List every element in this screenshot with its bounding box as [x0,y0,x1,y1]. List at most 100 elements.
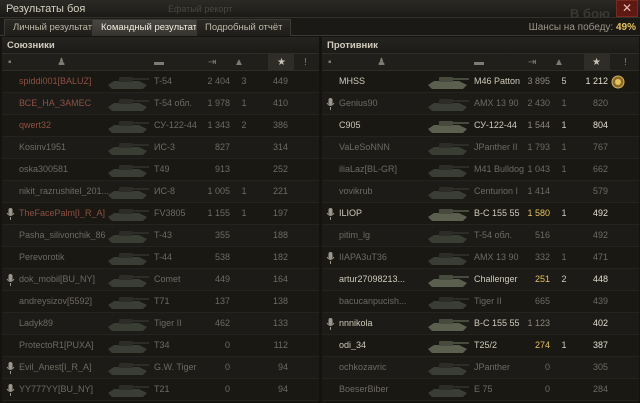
player-name[interactable]: BoeserBiber [339,384,437,394]
close-button[interactable]: ✕ [616,0,638,17]
player-name[interactable]: odi_34 [339,340,437,350]
player-name[interactable]: vovikrub [339,186,437,196]
player-row[interactable]: Perevorotik T-44 538 182 [2,247,319,269]
player-name[interactable]: ProtectoR1[PUXA] [19,340,117,350]
tab-personal-result[interactable]: Личный результат [4,19,102,36]
player-name[interactable]: oska300581 [19,164,117,174]
kills-value: 1 [561,142,567,152]
voice-column-icon[interactable]: ▪ [8,57,12,68]
player-row[interactable]: C905 СУ-122-44 1 544 1 804 [322,115,639,137]
xp-value: 133 [272,318,288,328]
kills-value: 2 [241,120,247,130]
player-row[interactable]: YY777YY[BU_NY] T21 0 94 [2,379,319,401]
kills-value: 1 [241,208,247,218]
player-name[interactable]: TheFacePalm[I_R_A] [19,208,117,218]
tank-icon [105,226,151,245]
player-name[interactable]: Evil_Anest[I_R_A] [19,362,117,372]
tab-detailed-report[interactable]: Подробный отчёт [196,19,292,36]
player-name[interactable]: Genius90 [339,98,437,108]
player-row[interactable]: pitim_lg T-54 обл. 516 492 [322,225,639,247]
damage-column-icon[interactable]: ⇥ [208,57,216,68]
player-row[interactable]: Pasha_silivonchik_86 T-43 355 188 [2,225,319,247]
xp-value: 820 [592,98,608,108]
squad-column-icon[interactable]: ! [624,57,627,68]
player-row[interactable]: Genius90 AMX 13 90 2 430 1 820 [322,93,639,115]
player-row[interactable]: dok_mobil[BU_NY] Comet 449 164 [2,269,319,291]
win-chance-value: 49% [615,22,636,33]
player-name[interactable]: ILIOP [339,208,437,218]
player-row[interactable]: bacucanpucish... Tiger II 665 439 [322,291,639,313]
player-row[interactable]: ochkozavric JPanther 0 305 [322,357,639,379]
squad-column-icon[interactable]: ! [304,57,307,68]
xp-value: 439 [592,296,608,306]
player-column-icon[interactable]: ♟ [377,57,386,68]
player-row[interactable]: VaLeSoNNN JPanther II 1 793 1 767 [322,137,639,159]
vehicle-column-icon[interactable]: ▬ [154,57,164,68]
tank-icon [425,336,471,355]
player-row[interactable]: BoeserBiber E 75 0 284 [322,379,639,401]
player-row[interactable]: Kosinv1951 ИС-3 827 314 [2,137,319,159]
tank-icon [105,380,151,399]
kills-value: 1 [561,120,567,130]
player-name[interactable]: iliaLaz[BL-GR] [339,164,437,174]
tank-icon [425,314,471,333]
player-row[interactable]: spiddi001[BALUZ] T-54 2 404 3 449 [2,71,319,93]
player-row[interactable]: iliaLaz[BL-GR] M41 Bulldog 1 043 1 662 [322,159,639,181]
player-name[interactable]: VaLeSoNNN [339,142,437,152]
player-row[interactable]: andreysizov[5592] T71 137 138 [2,291,319,313]
player-name[interactable]: IIAPA3uT36 [339,252,437,262]
voice-column-icon[interactable]: ▪ [328,57,332,68]
player-row[interactable]: Ladyk89 Tiger II 462 133 [2,313,319,335]
player-row[interactable]: oska300581 T49 913 252 [2,159,319,181]
damage-column-icon[interactable]: ⇥ [528,57,536,68]
tab-team-result[interactable]: Командный результат [92,19,207,36]
player-name[interactable]: artur27098213... [339,274,437,284]
player-row[interactable]: nnnikola B-C 155 55 1 123 402 [322,313,639,335]
achievement-medal-icon[interactable] [610,74,626,90]
player-row[interactable]: odi_34 T25/2 274 1 387 [322,335,639,357]
player-name[interactable]: Kosinv1951 [19,142,117,152]
player-column-icon[interactable]: ♟ [57,57,66,68]
player-row[interactable]: nikit_razrushitel_201... ИС-8 1 005 1 221 [2,181,319,203]
player-name[interactable]: ВСЕ_НА_ЗАМЕС [19,98,117,108]
player-row[interactable]: ILIOP B-C 155 55 1 580 1 492 [322,203,639,225]
player-row[interactable]: ProtectoR1[PUXA] T34 0 112 [2,335,319,357]
damage-value: 0 [224,362,230,372]
player-row[interactable]: TheFacePalm[I_R_A] FV3805 1 155 1 197 [2,203,319,225]
player-name[interactable]: andreysizov[5592] [19,296,117,306]
player-name[interactable]: YY777YY[BU_NY] [19,384,117,394]
player-row[interactable]: MHSS M46 Patton 3 895 5 1 212 [322,71,639,93]
player-row[interactable]: artur27098213... Challenger 251 2 448 [322,269,639,291]
allies-column-header: ▪ ♟ ▬ ⇥ ▲ ★ ! [2,53,319,71]
player-name[interactable]: nikit_razrushitel_201... [19,186,117,196]
microphone-icon [326,318,335,330]
kills-value: 1 [561,208,567,218]
player-name[interactable]: MHSS [339,76,437,86]
player-row[interactable]: vovikrub Centurion I1 414 579 [322,181,639,203]
player-name[interactable]: Perevorotik [19,252,117,262]
player-name[interactable]: nnnikola [339,318,437,328]
player-name[interactable]: ochkozavric [339,362,437,372]
player-name[interactable]: C905 [339,120,437,130]
kills-column-icon[interactable]: ▲ [234,57,244,68]
player-row[interactable]: ВСЕ_НА_ЗАМЕС T-54 обл. 1 978 1 410 [2,93,319,115]
background-text: Ефатый рекорт [168,4,233,14]
player-name[interactable]: Pasha_silivonchik_86 [19,230,117,240]
damage-value: 2 430 [527,98,550,108]
kills-column-icon[interactable]: ▲ [554,57,564,68]
xp-value: 138 [272,296,288,306]
damage-value: 3 895 [527,76,550,86]
vehicle-column-icon[interactable]: ▬ [474,57,484,68]
player-row[interactable]: IIAPA3uT36 AMX 13 90 332 1 471 [322,247,639,269]
player-name[interactable]: spiddi001[BALUZ] [19,76,117,86]
xp-value: 579 [592,186,608,196]
player-row[interactable]: qwert32 СУ-122-44 1 343 2 386 [2,115,319,137]
player-name[interactable]: pitim_lg [339,230,437,240]
player-name[interactable]: qwert32 [19,120,117,130]
player-name[interactable]: bacucanpucish... [339,296,437,306]
player-row[interactable]: Evil_Anest[I_R_A] G.W. Tiger 0 94 [2,357,319,379]
player-name[interactable]: dok_mobil[BU_NY] [19,274,117,284]
microphone-icon [6,362,15,374]
kills-value: 1 [561,340,567,350]
player-name[interactable]: Ladyk89 [19,318,117,328]
